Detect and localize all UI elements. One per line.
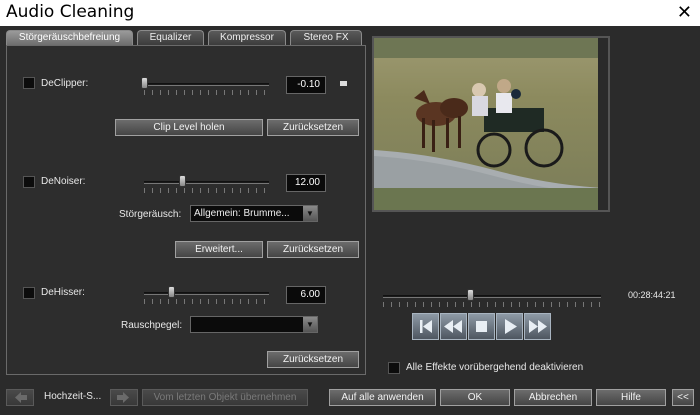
stop-button[interactable] (468, 313, 495, 340)
skip-start-icon (420, 320, 432, 333)
dehisser-checkbox[interactable] (23, 287, 35, 299)
timeline-track[interactable] (383, 295, 601, 298)
denoiser-reset-button[interactable]: Zurücksetzen (267, 241, 359, 258)
denoiser-ticks (144, 188, 269, 193)
previous-object-button[interactable] (6, 389, 34, 406)
take-over-from-last-button[interactable]: Vom letzten Objekt übernehmen (142, 389, 308, 406)
tab-noise-reduction[interactable]: Störgeräuschbefreiung (6, 30, 133, 45)
tab-stereo-fx[interactable]: Stereo FX (290, 30, 362, 45)
close-icon[interactable]: ✕ (677, 2, 692, 23)
advanced-button[interactable]: Erweitert... (175, 241, 263, 258)
dehisser-ticks (144, 299, 269, 304)
declipper-slider-thumb[interactable] (141, 77, 148, 89)
help-button[interactable]: Hilfe (596, 389, 666, 406)
arrow-right-icon (117, 392, 129, 403)
disable-effects-label: Alle Effekte vorübergehend deaktivieren (406, 362, 584, 373)
play-icon (505, 319, 517, 334)
timeline-ticks (383, 302, 601, 307)
declipper-ticks (144, 90, 269, 95)
noise-type-select[interactable]: Allgemein: Brumme... ▼ (190, 205, 318, 222)
clip-indicator-icon (340, 81, 347, 86)
declipper-checkbox[interactable] (23, 77, 35, 89)
collapse-button[interactable]: << (672, 389, 694, 406)
fast-forward-icon (529, 320, 547, 333)
disable-effects-checkbox[interactable] (388, 362, 400, 374)
noise-type-value: Allgemein: Brumme... (194, 208, 290, 219)
tab-equalizer[interactable]: Equalizer (137, 30, 204, 45)
next-object-button[interactable] (110, 389, 138, 406)
object-name: Hochzeit-S... (44, 391, 102, 402)
rewind-icon (444, 320, 462, 333)
declipper-slider-track[interactable] (144, 83, 269, 86)
declipper-reset-button[interactable]: Zurücksetzen (267, 119, 359, 136)
denoiser-checkbox[interactable] (23, 176, 35, 188)
ok-button[interactable]: OK (440, 389, 510, 406)
skip-to-start-button[interactable] (412, 313, 439, 340)
noise-type-label: Störgeräusch: (119, 209, 182, 220)
dehisser-reset-button[interactable]: Zurücksetzen (267, 351, 359, 368)
dehisser-label: DeHisser: (41, 287, 85, 298)
dehisser-slider-thumb[interactable] (167, 286, 175, 298)
denoiser-slider-track[interactable] (144, 181, 269, 184)
timeline-thumb[interactable] (467, 289, 475, 301)
video-preview (372, 36, 610, 212)
timecode: 00:28:44:21 (628, 290, 676, 300)
declipper-label: DeClipper: (41, 78, 89, 89)
denoiser-label: DeNoiser: (41, 176, 86, 187)
denoiser-value[interactable]: 12.00 (286, 174, 326, 192)
apply-to-all-button[interactable]: Auf alle anwenden (329, 389, 436, 406)
clip-level-button[interactable]: Clip Level holen (115, 119, 263, 136)
noise-level-select[interactable]: ▼ (190, 316, 318, 333)
chevron-down-icon[interactable]: ▼ (303, 317, 317, 332)
fast-forward-button[interactable] (524, 313, 551, 340)
tab-compressor[interactable]: Kompressor (208, 30, 286, 45)
title-bar: Audio Cleaning ✕ (0, 0, 700, 26)
chevron-down-icon[interactable]: ▼ (303, 206, 317, 221)
dehisser-slider-track[interactable] (144, 292, 269, 295)
video-frame-image (374, 38, 608, 210)
noise-level-label: Rauschpegel: (121, 320, 183, 331)
play-button[interactable] (496, 313, 523, 340)
declipper-value[interactable]: -0.10 (286, 76, 326, 94)
window-title: Audio Cleaning (6, 2, 135, 22)
cancel-button[interactable]: Abbrechen (514, 389, 592, 406)
arrow-left-icon (15, 392, 27, 403)
rewind-button[interactable] (440, 313, 467, 340)
stop-icon (476, 321, 487, 332)
denoiser-slider-thumb[interactable] (179, 175, 187, 187)
dehisser-value[interactable]: 6.00 (286, 286, 326, 304)
